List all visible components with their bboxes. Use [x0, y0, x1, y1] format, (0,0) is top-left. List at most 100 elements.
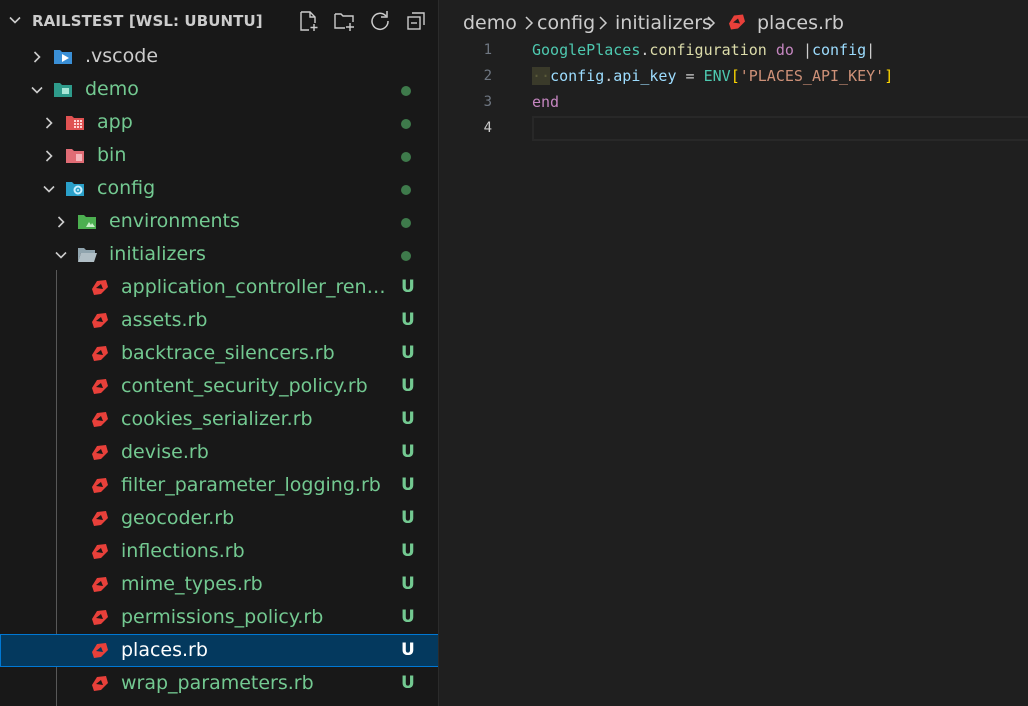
refresh-icon[interactable]	[369, 10, 391, 32]
untracked-badge: U	[401, 541, 415, 561]
tree-item-file[interactable]: assets.rb U	[0, 304, 438, 337]
tree-item-label: demo	[85, 78, 139, 100]
tree-item-vscode[interactable]: .vscode	[0, 40, 438, 73]
config-folder-icon	[66, 182, 84, 196]
code-text[interactable]: end	[532, 93, 559, 111]
ruby-icon	[92, 643, 108, 658]
tree-item-file[interactable]: geocoder.rb U	[0, 502, 438, 535]
chevron-right-icon	[599, 16, 608, 30]
tree-item-file[interactable]: cookies_serializer.rb U	[0, 403, 438, 436]
tree-item-label: content_security_policy.rb	[121, 375, 368, 397]
untracked-badge: U	[401, 574, 415, 594]
chevron-down-icon[interactable]	[8, 13, 22, 27]
tree-item-label: mime_types.rb	[121, 573, 263, 595]
tree-item-environments[interactable]: environments	[0, 205, 438, 238]
explorer-header[interactable]: RAILSTEST [WSL: UBUNTU]	[0, 0, 438, 40]
ruby-icon	[92, 346, 108, 361]
untracked-badge: U	[401, 475, 415, 495]
breadcrumb-item-initializers[interactable]: initializers	[615, 12, 712, 34]
untracked-badge: U	[401, 310, 415, 330]
token-string: 'PLACES_API_KEY'	[739, 67, 885, 85]
ruby-icon	[92, 544, 108, 559]
modified-dot	[401, 119, 411, 129]
chevron-right-icon[interactable]	[42, 149, 56, 163]
token-punct: .	[604, 67, 614, 85]
chevron-right-icon[interactable]	[42, 116, 56, 130]
tree-item-label: initializers	[109, 243, 206, 265]
tree-item-file[interactable]: application_controller_render... U	[0, 271, 438, 304]
chevron-down-icon[interactable]	[30, 83, 44, 97]
code-line[interactable]: 1 GooglePlaces.configuration do |config|	[440, 38, 1028, 64]
untracked-badge: U	[401, 442, 415, 462]
chevron-right-icon[interactable]	[30, 50, 44, 64]
code-line[interactable]: 3 end	[440, 90, 1028, 116]
modified-dot	[401, 152, 411, 162]
tree-item-label: permissions_policy.rb	[121, 606, 324, 628]
tree-item-label: cookies_serializer.rb	[121, 408, 313, 430]
token-bracket: [	[730, 67, 740, 85]
tree-item-config[interactable]: config	[0, 172, 438, 205]
ruby-icon	[729, 14, 745, 30]
code-line-current[interactable]: 4	[440, 116, 1028, 142]
collapse-all-icon[interactable]	[405, 10, 427, 32]
untracked-badge: U	[401, 640, 415, 660]
ruby-icon	[92, 379, 108, 394]
breadcrumb-item-demo[interactable]: demo	[463, 12, 517, 34]
ruby-icon	[92, 313, 108, 328]
code-text[interactable]: ··config.api_key = ENV['PLACES_API_KEY']	[532, 67, 893, 85]
tree-item-demo[interactable]: demo	[0, 73, 438, 106]
chevron-right-icon[interactable]	[54, 215, 68, 229]
chevron-right-icon	[707, 16, 716, 30]
tree-item-bin[interactable]: bin	[0, 139, 438, 172]
current-line-highlight	[532, 116, 1028, 141]
code-text[interactable]: GooglePlaces.configuration do |config|	[532, 41, 875, 59]
tree-item-label: devise.rb	[121, 441, 209, 463]
tree-item-file[interactable]: mime_types.rb U	[0, 568, 438, 601]
chevron-down-icon[interactable]	[42, 182, 56, 196]
modified-dot	[401, 185, 411, 195]
tree-item-label: bin	[97, 144, 127, 166]
tree-item-file[interactable]: wrap_parameters.rb U	[0, 667, 438, 700]
token-pipe: |	[866, 41, 876, 59]
tree-item-label: environments	[109, 210, 240, 232]
tree-item-label: filter_parameter_logging.rb	[121, 474, 381, 496]
chevron-right-icon	[525, 16, 534, 30]
breadcrumb-item-config[interactable]: config	[537, 12, 595, 34]
line-number: 1	[483, 42, 492, 58]
token-method: api_key	[613, 67, 677, 85]
ruby-icon	[92, 445, 108, 460]
tree-item-file[interactable]: content_security_policy.rb U	[0, 370, 438, 403]
ruby-icon	[92, 280, 108, 295]
tree-item-file[interactable]: inflections.rb U	[0, 535, 438, 568]
tree-item-file-selected[interactable]: places.rb U	[0, 634, 438, 667]
app-folder-icon	[66, 116, 84, 130]
breadcrumb-item-file[interactable]: places.rb	[757, 12, 844, 34]
token-constant: GooglePlaces	[532, 41, 641, 59]
new-file-icon[interactable]	[297, 10, 319, 32]
line-number: 2	[483, 68, 492, 84]
tree-item-file[interactable]: devise.rb U	[0, 436, 438, 469]
new-folder-icon[interactable]	[333, 10, 355, 32]
untracked-badge: U	[401, 508, 415, 528]
ruby-icon	[92, 577, 108, 592]
tree-item-file[interactable]: permissions_policy.rb U	[0, 601, 438, 634]
open-folder-icon	[78, 248, 97, 262]
tree-item-label: geocoder.rb	[121, 507, 235, 529]
tree-item-file[interactable]: backtrace_silencers.rb U	[0, 337, 438, 370]
whitespace-indent: ··	[532, 67, 551, 85]
tree-item-app[interactable]: app	[0, 106, 438, 139]
modified-dot	[401, 251, 411, 261]
tree-item-label: backtrace_silencers.rb	[121, 342, 335, 364]
token-pipe: |	[802, 41, 812, 59]
chevron-down-icon[interactable]	[54, 248, 68, 262]
tree-item-file[interactable]: filter_parameter_logging.rb U	[0, 469, 438, 502]
tree-item-label: places.rb	[121, 639, 208, 661]
token-bracket: ]	[884, 67, 894, 85]
token-keyword: end	[532, 93, 560, 111]
environments-folder-icon	[78, 215, 96, 229]
code-line[interactable]: 2 ··config.api_key = ENV['PLACES_API_KEY…	[440, 64, 1028, 90]
tree-item-initializers[interactable]: initializers	[0, 238, 438, 271]
editor-panel: demo config initializers places.rb 1 Goo…	[440, 0, 1028, 706]
